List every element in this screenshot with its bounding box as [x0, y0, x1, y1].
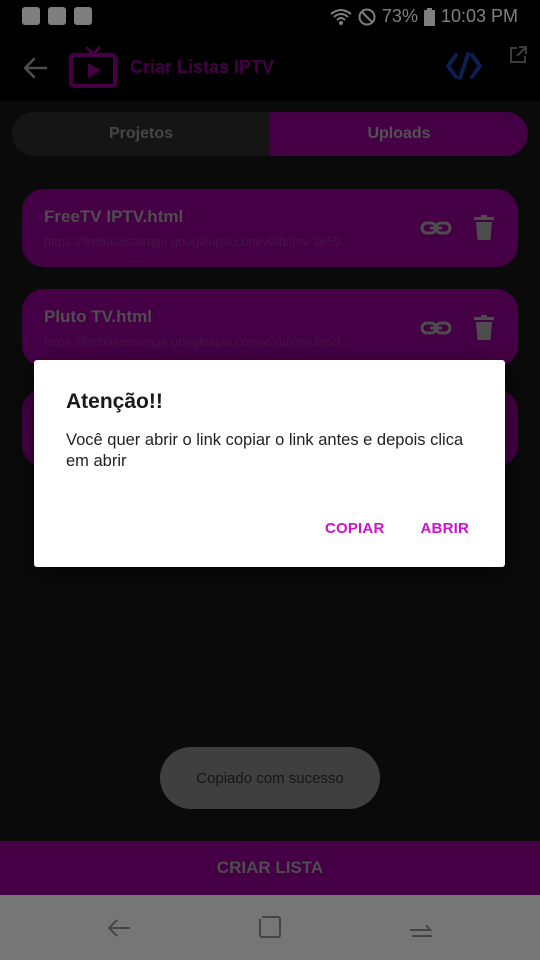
- dialog-title: Atenção!!: [66, 390, 163, 413]
- dialog-message: Você quer abrir o link copiar o link ant…: [66, 431, 464, 470]
- copiar-button[interactable]: COPIAR: [325, 520, 385, 537]
- abrir-button[interactable]: ABRIR: [421, 520, 470, 537]
- dialog-actions: COPIAR ABRIR: [325, 520, 469, 537]
- alert-dialog: Atenção!! Você quer abrir o link copiar …: [34, 360, 505, 567]
